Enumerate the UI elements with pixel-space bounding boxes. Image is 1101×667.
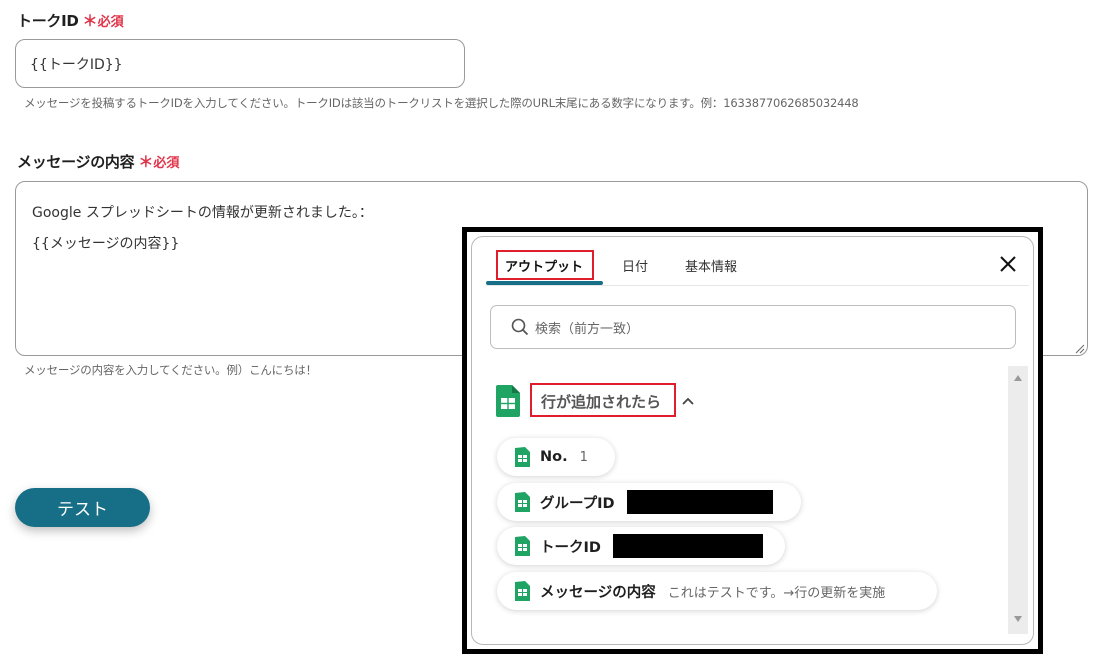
output-item-message[interactable]: メッセージの内容 これはテストです。→行の更新を実施 (497, 572, 937, 610)
output-item-talk-id[interactable]: トークID (497, 527, 785, 565)
output-item-value: 1 (579, 449, 588, 465)
output-item-name: メッセージの内容 (540, 584, 656, 601)
message-line-1: Google スプレッドシートの情報が更新されました。： (32, 205, 373, 221)
test-button[interactable]: テスト (15, 488, 150, 527)
talk-id-input-value: {{トークID}} (30, 56, 123, 73)
scroll-up-arrow-icon[interactable] (1014, 375, 1022, 381)
output-item-group-id[interactable]: グループID (497, 483, 801, 521)
output-item-name: トークID (540, 539, 601, 556)
search-icon (511, 318, 529, 336)
output-picker-popup: アウトプット 日付 基本情報 検索（前方一致） 行が追加されたら No. 1 グ… (462, 227, 1043, 654)
trigger-group-title[interactable]: 行が追加されたら (541, 391, 661, 412)
redacted-value (612, 534, 763, 558)
required-text: 必須 (153, 156, 180, 171)
output-item-name: グループID (540, 495, 615, 512)
google-sheets-icon (515, 536, 530, 556)
tabs-divider (486, 285, 1029, 286)
search-input[interactable]: 検索（前方一致） (490, 305, 1016, 349)
required-text: 必須 (97, 15, 124, 30)
message-label-row: メッセージの内容 ＊必須 (17, 151, 179, 172)
message-label: メッセージの内容 (17, 153, 135, 171)
tab-date[interactable]: 日付 (622, 256, 648, 275)
chevron-up-icon[interactable] (682, 397, 694, 405)
google-sheets-icon (515, 492, 530, 512)
google-sheets-icon (496, 385, 520, 417)
output-item-value: これはテストです。→行の更新を実施 (667, 585, 886, 601)
popup-panel: アウトプット 日付 基本情報 検索（前方一致） 行が追加されたら No. 1 グ… (471, 236, 1034, 645)
resize-grip-icon[interactable] (1075, 344, 1085, 354)
scrollbar[interactable] (1008, 366, 1028, 634)
output-item-no[interactable]: No. 1 (497, 438, 615, 476)
scroll-down-arrow-icon[interactable] (1014, 616, 1022, 622)
talk-id-label-row: トークID ＊必須 (17, 10, 124, 31)
talk-id-label: トークID (17, 12, 79, 30)
search-placeholder: 検索（前方一致） (535, 321, 640, 337)
tab-basic-info[interactable]: 基本情報 (685, 256, 737, 275)
talk-id-input[interactable]: {{トークID}} (15, 39, 465, 88)
tab-output[interactable]: アウトプット (505, 256, 583, 275)
google-sheets-icon (515, 447, 530, 467)
redacted-value (626, 490, 773, 514)
required-asterisk: ＊ (138, 153, 154, 171)
google-sheets-icon (515, 581, 530, 601)
required-asterisk: ＊ (82, 12, 98, 30)
talk-id-help: メッセージを投稿するトークIDを入力してください。トークIDは該当のトークリスト… (24, 96, 859, 110)
output-item-name: No. (540, 449, 568, 465)
message-help: メッセージの内容を入力してください。例）こんにちは！ (24, 363, 317, 377)
close-icon[interactable] (999, 255, 1017, 273)
